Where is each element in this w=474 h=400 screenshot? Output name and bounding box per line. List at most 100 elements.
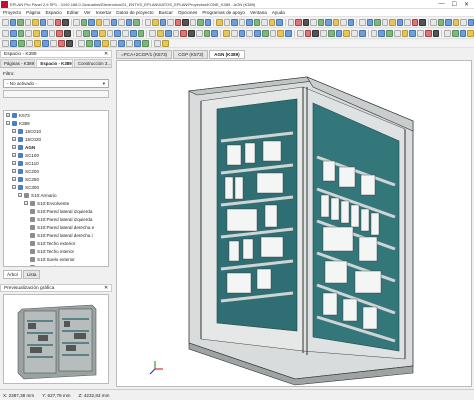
menu-buscar[interactable]: Buscar: [159, 10, 173, 15]
expand-toggle-icon[interactable]: −: [12, 185, 16, 189]
toolbar-button-icon[interactable]: [102, 40, 109, 47]
toolbar-button-icon[interactable]: [91, 30, 98, 37]
toolbar-button-icon[interactable]: [110, 40, 117, 47]
toolbar-button-icon[interactable]: [332, 19, 340, 26]
tree-item[interactable]: + SC100: [4, 151, 108, 159]
toolbar-button-icon[interactable]: [172, 30, 180, 37]
toolbar-button-icon[interactable]: [2, 40, 9, 47]
expand-toggle-icon[interactable]: +: [12, 137, 16, 141]
toolbar-button-icon[interactable]: [253, 19, 261, 26]
toolbar-button-icon[interactable]: [129, 30, 137, 37]
toolbar-button-icon[interactable]: [246, 30, 254, 37]
toolbar-button-icon[interactable]: [204, 19, 212, 26]
toolbar-button-icon[interactable]: [393, 30, 401, 37]
toolbar-button-icon[interactable]: [2, 30, 9, 37]
filter-select[interactable]: - No activado - ▾: [3, 79, 109, 88]
toolbar-button-icon[interactable]: [157, 30, 164, 37]
toolbar-button-icon[interactable]: [2, 19, 9, 26]
toolbar-button-icon[interactable]: [211, 30, 219, 37]
filter-input[interactable]: [3, 90, 109, 98]
toolbar-button-icon[interactable]: [10, 40, 17, 47]
toolbar-button-icon[interactable]: [254, 30, 261, 37]
toolbar-button-icon[interactable]: [118, 40, 125, 47]
toolbar-button-icon[interactable]: [277, 30, 285, 37]
tree-item[interactable]: S10:Techo exterior: [4, 239, 108, 247]
toolbar-button-icon[interactable]: [86, 40, 93, 47]
toolbar-button-icon[interactable]: [95, 19, 103, 26]
toolbar-button-icon[interactable]: [18, 40, 25, 47]
toolbar-button-icon[interactable]: [106, 30, 114, 37]
toolbar-button-icon[interactable]: [152, 19, 159, 26]
toolbar-button-icon[interactable]: [304, 30, 312, 37]
toolbar-button-icon[interactable]: [134, 40, 141, 47]
tree-item[interactable]: + K573: [4, 111, 108, 119]
tree-item[interactable]: + SC110: [4, 159, 108, 167]
toolbar-button-icon[interactable]: [320, 30, 327, 37]
expand-toggle-icon[interactable]: +: [12, 145, 16, 149]
toolbar-button-icon[interactable]: [269, 30, 277, 37]
tab-doc-pca[interactable]: =PCA+2CGP/1 (K573): [116, 50, 173, 59]
toolbar-button-icon[interactable]: [404, 19, 411, 26]
toolbar-button-icon[interactable]: [9, 30, 17, 37]
expand-toggle-icon[interactable]: +: [12, 153, 16, 157]
tree-item[interactable]: S10:Pared lateral derecha i: [4, 231, 108, 239]
toolbar-button-icon[interactable]: [24, 19, 31, 26]
toolbar-button-icon[interactable]: [459, 30, 467, 37]
toolbar-button-icon[interactable]: [310, 19, 317, 26]
toolbar-button-icon[interactable]: [467, 19, 474, 26]
expand-toggle-icon[interactable]: +: [12, 169, 16, 173]
3d-layout-canvas[interactable]: [116, 60, 472, 387]
toolbar-button-icon[interactable]: [261, 30, 269, 37]
toolbar-button-icon[interactable]: [40, 30, 48, 37]
tree-item[interactable]: + SC200: [4, 167, 108, 175]
toolbar-button-icon[interactable]: [246, 19, 253, 26]
toolbar-button-icon[interactable]: [182, 19, 189, 26]
expand-toggle-icon[interactable]: −: [18, 193, 22, 197]
tab-doc-agn[interactable]: AGN (K389): [209, 50, 245, 59]
tree-item[interactable]: S10:Pared lateral izquierda: [4, 215, 108, 223]
toolbar-button-icon[interactable]: [347, 19, 355, 26]
toolbar-button-icon[interactable]: [444, 30, 451, 37]
menu-espacio[interactable]: Espacio: [45, 10, 61, 15]
menu-ayuda[interactable]: Ayuda: [272, 10, 285, 15]
menu-insertar[interactable]: Insertar: [96, 10, 112, 15]
menu-ventana[interactable]: Ventana: [250, 10, 267, 15]
toolbar-button-icon[interactable]: [340, 19, 347, 26]
toolbar-button-icon[interactable]: [149, 30, 157, 37]
toolbar-button-icon[interactable]: [203, 30, 211, 37]
toolbar-button-icon[interactable]: [374, 19, 381, 26]
toolbar-button-icon[interactable]: [325, 19, 332, 26]
toolbar-button-icon[interactable]: [401, 30, 409, 37]
toolbar-button-icon[interactable]: [411, 19, 419, 26]
menu-programas-apoyo[interactable]: Programas de apoyo: [202, 10, 245, 15]
toolbar-button-icon[interactable]: [452, 19, 460, 26]
toolbar-button-icon[interactable]: [351, 30, 358, 37]
panel-close-icon[interactable]: ✕: [104, 286, 108, 291]
toolbar-button-icon[interactable]: [137, 30, 145, 37]
maximize-button[interactable]: ☐: [452, 1, 457, 8]
toolbar-button-icon[interactable]: [409, 30, 417, 37]
close-button[interactable]: ✕: [464, 1, 469, 8]
panel-close-icon[interactable]: ✕: [104, 52, 108, 57]
toolbar-button-icon[interactable]: [34, 40, 41, 47]
tree-item[interactable]: − S10:Envolvente: [4, 199, 108, 207]
toolbar-button-icon[interactable]: [430, 19, 437, 26]
toolbar-button-icon[interactable]: [159, 19, 167, 26]
toolbar-button-icon[interactable]: [238, 30, 246, 37]
toolbar-button-icon[interactable]: [285, 30, 292, 37]
toolbar-button-icon[interactable]: [66, 40, 73, 47]
tree-item[interactable]: +15C020: [4, 135, 108, 143]
toolbar-button-icon[interactable]: [88, 19, 95, 26]
toolbar-button-icon[interactable]: [381, 19, 389, 26]
toolbar-button-icon[interactable]: [133, 19, 140, 26]
toolbar-button-icon[interactable]: [64, 30, 71, 37]
toolbar-button-icon[interactable]: [94, 40, 101, 47]
expand-toggle-icon[interactable]: +: [6, 113, 10, 117]
toolbar-button-icon[interactable]: [164, 30, 172, 37]
toolbar-button-icon[interactable]: [223, 19, 231, 26]
toolbar-button-icon[interactable]: [389, 19, 396, 26]
toolbar-button-icon[interactable]: [417, 30, 424, 37]
expand-toggle-icon[interactable]: +: [12, 161, 16, 165]
toolbar-button-icon[interactable]: [33, 30, 40, 37]
toolbar-button-icon[interactable]: [103, 19, 110, 26]
